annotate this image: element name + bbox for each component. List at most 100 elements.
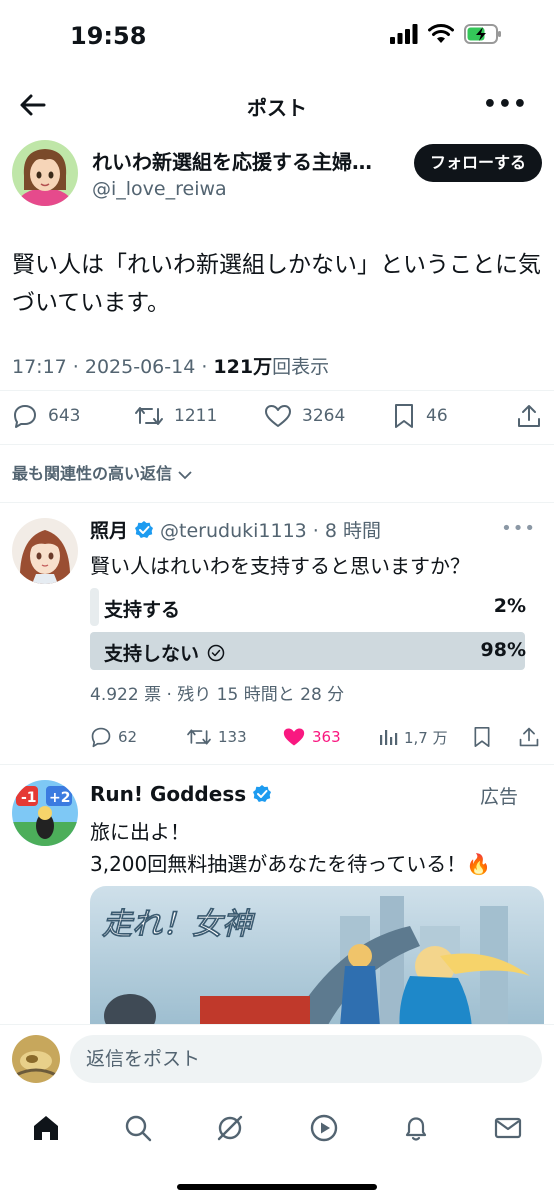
play-circle-icon: [310, 1114, 338, 1142]
reply-view-count: 1,7 万: [404, 728, 448, 747]
post-view-count: 121万: [213, 356, 273, 378]
poll-option[interactable]: 支持する 2%: [90, 588, 534, 626]
wifi-icon: [428, 24, 454, 43]
poll-option-label: 支持しない: [104, 639, 225, 666]
share-icon: [519, 727, 539, 747]
ad-image[interactable]: 走れ！女神: [90, 886, 544, 1026]
reply-reply-count: 62: [118, 728, 138, 746]
nav-bar: ポスト •••: [0, 78, 554, 130]
repost-icon: [135, 407, 163, 425]
reply-sort-dropdown[interactable]: 最も関連性の高い返信: [12, 460, 192, 484]
divider: [0, 390, 554, 391]
ad-avatar-minus: -1: [21, 790, 37, 806]
repost-button[interactable]: 1211: [134, 396, 217, 436]
search-icon: [125, 1115, 152, 1142]
status-bar: 19:58: [0, 0, 554, 72]
page-title: ポスト: [247, 96, 307, 120]
reply-like-count: 363: [312, 728, 341, 746]
tab-search[interactable]: [116, 1106, 160, 1150]
reply-icon: [91, 727, 111, 748]
tab-messages[interactable]: [486, 1106, 530, 1150]
tab-video[interactable]: [302, 1106, 346, 1150]
follow-button[interactable]: フォローする: [413, 144, 542, 182]
ad-label[interactable]: 広告: [480, 782, 518, 809]
heart-icon: [265, 405, 291, 427]
promoted-post[interactable]: -1 +2 Run! Goddess 広告 旅に出よ！ 3,200回無料抽選があ…: [0, 776, 554, 1026]
reply-actions: 62 133 363 1,7 万: [90, 722, 540, 752]
post-view-suffix: 回表示: [272, 356, 330, 378]
repost-icon: [187, 729, 211, 745]
chevron-down-icon: [177, 470, 192, 479]
reply-header: 照月 @teruduki1113 · 8 時間: [90, 516, 381, 543]
reply-author-name[interactable]: 照月: [90, 516, 128, 543]
reply-reply-button[interactable]: 62: [90, 722, 137, 752]
share-button[interactable]: [516, 396, 542, 436]
reply-handle-time[interactable]: @teruduki1113 · 8 時間: [160, 516, 381, 543]
post-author: れいわ新選組を応援する主婦… @i_love_reiwa フォローする: [12, 140, 542, 214]
verified-badge-icon: [253, 785, 272, 802]
reply-share-button[interactable]: [518, 722, 540, 752]
poll-bar: [90, 588, 99, 626]
reply-like-button[interactable]: 363: [282, 722, 341, 752]
like-count: 3264: [302, 406, 346, 426]
more-options-icon[interactable]: •••: [483, 92, 528, 117]
home-indicator: [177, 1184, 377, 1190]
post-actions: 643 1211 3264 46: [12, 396, 544, 436]
reply-input[interactable]: [70, 1035, 542, 1083]
status-time: 19:58: [70, 22, 147, 50]
bottom-tab-bar: [0, 1096, 554, 1200]
post-timestamp: 17:17 · 2025-06-14 ·: [12, 356, 214, 378]
poll-option[interactable]: 支持しない 98%: [90, 632, 534, 670]
reply-avatar[interactable]: [12, 518, 78, 584]
reply-icon: [14, 405, 36, 428]
bookmark-icon: [395, 404, 413, 428]
ad-text: 旅に出よ！ 3,200回無料抽選があなたを待っている！🔥: [90, 816, 491, 880]
ad-avatar[interactable]: -1 +2: [12, 780, 78, 846]
reply-more-icon[interactable]: •••: [501, 518, 536, 539]
tab-home[interactable]: [24, 1106, 68, 1150]
author-avatar[interactable]: [12, 140, 78, 206]
ad-author-name[interactable]: Run! Goddess: [90, 782, 246, 806]
ad-avatar-plus: +2: [49, 790, 70, 806]
divider: [0, 444, 554, 445]
mail-icon: [494, 1117, 522, 1139]
reply-post[interactable]: 照月 @teruduki1113 · 8 時間 ••• 賢い人はれいわを支持する…: [0, 512, 554, 762]
reply-bookmark-button[interactable]: [472, 722, 492, 752]
reply-composer: [0, 1024, 554, 1096]
poll-info: 4.922 票 · 残り 15 時間と 28 分: [90, 685, 345, 705]
home-icon: [34, 1116, 58, 1140]
tab-grok[interactable]: [208, 1106, 252, 1150]
reply-views-button[interactable]: 1,7 万: [378, 722, 448, 752]
grok-icon: [217, 1115, 243, 1141]
author-handle[interactable]: @i_love_reiwa: [92, 178, 227, 200]
poll-option-label: 支持する: [104, 599, 181, 621]
heart-filled-icon: [283, 728, 305, 746]
post-meta: 17:17 · 2025-06-14 · 121万回表示: [12, 352, 329, 379]
bookmark-button[interactable]: 46: [392, 396, 448, 436]
battery-charging-icon: [464, 24, 501, 44]
post-text: 賢い人は「れいわ新選組しかない」ということに気づいています。: [12, 252, 541, 316]
reply-text: 賢い人はれいわを支持すると思いますか？: [90, 554, 470, 578]
ad-header: Run! Goddess: [90, 782, 272, 806]
like-button[interactable]: 3264: [264, 396, 345, 436]
reply-button[interactable]: 643: [12, 396, 80, 436]
divider: [0, 764, 554, 765]
poll-option-percent: 2%: [493, 595, 526, 617]
bookmark-icon: [474, 726, 490, 747]
ad-image-title: 走れ！女神: [101, 907, 256, 942]
ad-text-line: 旅に出よ！: [90, 820, 190, 844]
verified-badge-icon: [135, 520, 154, 538]
repost-count: 1211: [174, 406, 218, 426]
reply-repost-count: 133: [218, 728, 247, 746]
author-name[interactable]: れいわ新選組を応援する主婦…: [92, 146, 402, 175]
views-chart-icon: [380, 730, 398, 745]
check-circle-icon: [207, 644, 225, 661]
poll: 支持する 2% 支持しない 98%: [90, 588, 534, 676]
bookmark-count: 46: [426, 406, 448, 426]
tab-notifications[interactable]: [394, 1106, 438, 1150]
signal-icon: [390, 24, 418, 44]
status-icons: [390, 24, 502, 44]
reply-repost-button[interactable]: 133: [186, 722, 247, 752]
divider: [0, 502, 554, 503]
my-avatar[interactable]: [12, 1035, 60, 1083]
